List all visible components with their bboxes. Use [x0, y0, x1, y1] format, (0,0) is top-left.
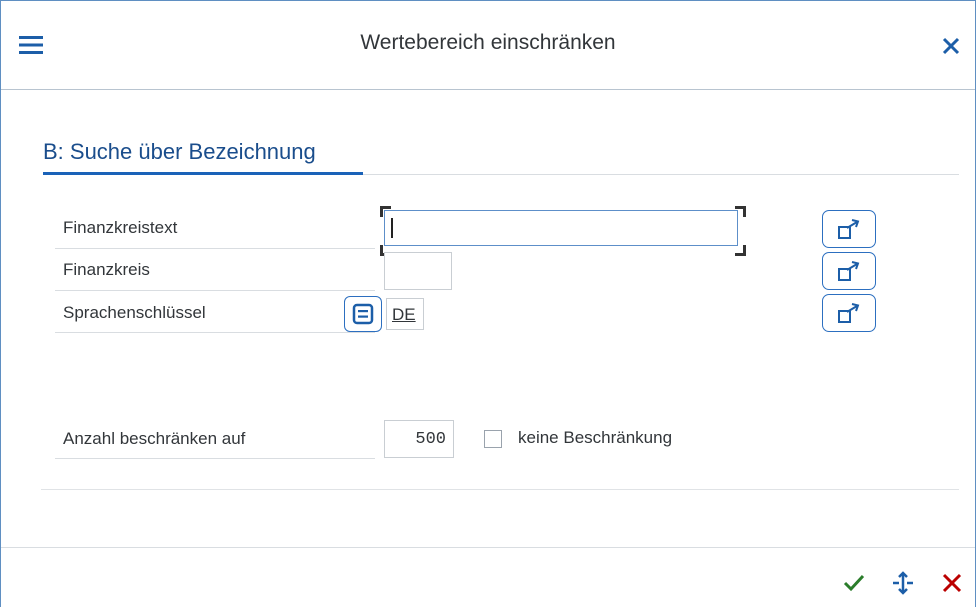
dialog-header: Wertebereich einschränken [1, 1, 975, 90]
finanzkreistext-input[interactable] [384, 210, 738, 246]
limit-label: Anzahl beschränken auf [63, 429, 246, 448]
dialog-window: Wertebereich einschränken B: Suche über … [0, 0, 976, 610]
sprachenschluessel-input[interactable]: DE [386, 298, 424, 330]
no-limit-label[interactable]: keine Beschränkung [518, 428, 672, 448]
focus-corner [735, 206, 746, 217]
limit-input[interactable]: 500 [384, 420, 454, 458]
sprachenschluessel-label: Sprachenschlüssel [63, 303, 206, 322]
finanzkreis-label: Finanzkreis [63, 260, 150, 279]
selection-option-button[interactable] [344, 296, 382, 332]
row-divider [55, 458, 375, 459]
row-divider [55, 248, 375, 249]
row-divider [55, 332, 375, 333]
checkmark-icon[interactable] [841, 570, 867, 596]
multiple-selection-button-sprachenschluessel[interactable] [822, 294, 876, 332]
cancel-icon[interactable] [939, 570, 965, 596]
dialog-title: Wertebereich einschränken [360, 31, 616, 54]
dialog-footer [1, 547, 975, 610]
text-cursor [391, 218, 393, 238]
finanzkreis-input[interactable] [384, 252, 452, 290]
equals-option-icon [352, 303, 374, 325]
focus-corner [735, 245, 746, 256]
multiple-selection-icon [838, 303, 860, 323]
transfer-icon[interactable] [890, 570, 916, 596]
section-underline [43, 172, 363, 175]
section-title: B: Suche über Bezeichnung [43, 139, 316, 164]
multiple-selection-button-finanzkreistext[interactable] [822, 210, 876, 248]
close-icon[interactable] [939, 34, 963, 58]
no-limit-checkbox[interactable] [484, 430, 502, 448]
section-divider [363, 174, 959, 175]
multiple-selection-icon [838, 261, 860, 281]
multiple-selection-icon [838, 219, 860, 239]
multiple-selection-button-finanzkreis[interactable] [822, 252, 876, 290]
finanzkreistext-label: Finanzkreistext [63, 218, 178, 237]
focus-corner [380, 206, 391, 217]
content-divider [41, 489, 959, 490]
row-divider [55, 290, 375, 291]
